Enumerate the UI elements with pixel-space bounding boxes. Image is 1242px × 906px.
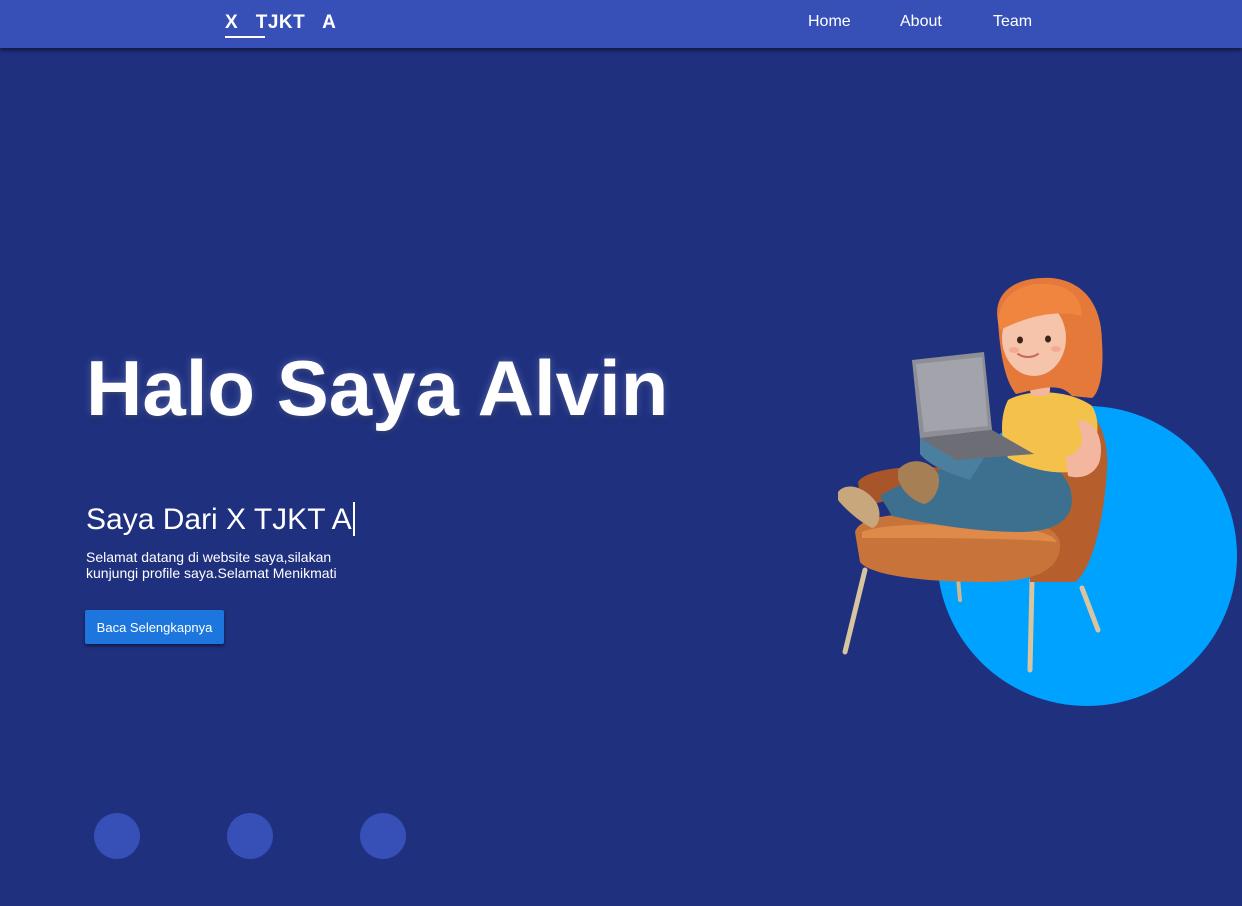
hero-subtitle-text: Saya Dari X TJKT A bbox=[86, 503, 352, 536]
chair-leg bbox=[1027, 577, 1035, 673]
navbar: X TJKT A Home About Team bbox=[0, 0, 1242, 48]
nav-link-home[interactable]: Home bbox=[808, 13, 851, 31]
social-dot-1[interactable] bbox=[94, 813, 140, 859]
hero-subtitle: Saya Dari X TJKT A bbox=[86, 500, 355, 540]
eye bbox=[1045, 335, 1051, 343]
cheek bbox=[1051, 346, 1061, 352]
laptop-screen-inner bbox=[916, 357, 988, 432]
eye bbox=[1017, 336, 1023, 344]
nav-link-team[interactable]: Team bbox=[993, 13, 1032, 31]
hero-description: Selamat datang di website saya,silakan k… bbox=[86, 549, 337, 581]
hero-title: Halo Saya Alvin bbox=[86, 344, 669, 432]
nav-link-about[interactable]: About bbox=[900, 13, 942, 31]
social-dot-3[interactable] bbox=[360, 813, 406, 859]
girl-with-laptop-on-chair-illustration bbox=[838, 277, 1237, 706]
landing-page: X TJKT A Home About Team Halo Saya Alvin… bbox=[0, 0, 1242, 906]
cheek bbox=[1009, 347, 1019, 353]
social-dot-2[interactable] bbox=[227, 813, 273, 859]
nav-links: Home About Team bbox=[0, 12, 1242, 36]
read-more-button[interactable]: Baca Selengkapnya bbox=[85, 610, 224, 644]
typing-cursor bbox=[352, 502, 355, 537]
chair-leg bbox=[842, 567, 868, 655]
brand-underline bbox=[225, 36, 265, 38]
